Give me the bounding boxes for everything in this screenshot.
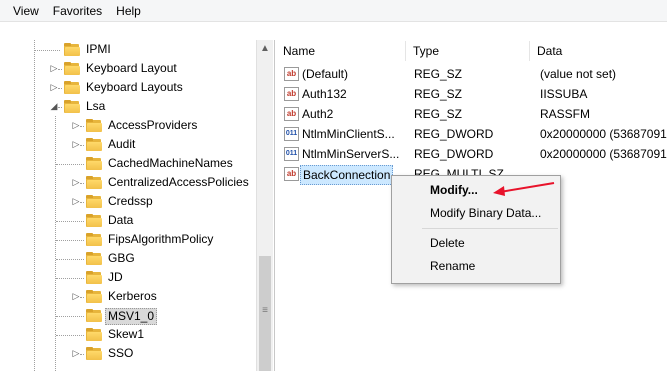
value-data: 0x20000000 (53687091 <box>540 127 667 141</box>
tree-scrollbar[interactable]: ▲ ≡ <box>256 40 273 371</box>
tree-item-label: Data <box>108 213 134 227</box>
menu-item-modify-binary-data[interactable]: Modify Binary Data... <box>393 202 559 224</box>
value-type: REG_SZ <box>414 67 463 81</box>
value-name: Auth2 <box>302 107 334 121</box>
binary-value-icon: 011 <box>284 147 299 161</box>
tree-item-label: AccessProviders <box>108 118 198 132</box>
string-value-icon: ab <box>284 87 299 101</box>
folder-icon <box>86 233 102 246</box>
menu-bar: View Favorites Help <box>0 0 667 22</box>
value-name: NtlmMinServerS... <box>302 147 400 161</box>
tree-item-label: Skew1 <box>108 327 145 341</box>
tree-item-label: JD <box>108 270 123 284</box>
folder-icon <box>86 138 102 151</box>
column-header-name[interactable]: Name <box>276 41 406 61</box>
value-data: 0x20000000 (53687091 <box>540 147 667 161</box>
value-data: IISSUBA <box>540 87 588 101</box>
folder-icon <box>86 271 102 284</box>
list-row[interactable]: ab Auth2 REG_SZ RASSFM <box>276 104 667 124</box>
scroll-up-arrow-icon[interactable]: ▲ <box>257 40 273 57</box>
list-row[interactable]: ab (Default) REG_SZ (value not set) <box>276 64 667 84</box>
annotation-arrow-icon <box>493 182 555 196</box>
menu-separator <box>422 228 558 229</box>
tree-item-label: Lsa <box>86 99 106 113</box>
tree-item-label: Kerberos <box>108 289 157 303</box>
folder-icon <box>64 62 80 75</box>
tree-item-label: CentralizedAccessPolicies <box>108 175 249 189</box>
folder-icon <box>86 119 102 132</box>
folder-icon <box>64 81 80 94</box>
tree-line <box>55 116 56 371</box>
tree-item-label: CachedMachineNames <box>108 156 233 170</box>
string-value-icon: ab <box>284 107 299 121</box>
column-header-data[interactable]: Data <box>530 41 667 61</box>
tree-item-label: IPMI <box>86 42 111 56</box>
grip-icon: ≡ <box>262 305 268 316</box>
tree-item-label-selected: MSV1_0 <box>105 308 158 325</box>
menu-help[interactable]: Help <box>109 0 148 22</box>
value-type: REG_DWORD <box>414 127 494 141</box>
binary-value-icon: 011 <box>284 127 299 141</box>
menu-favorites[interactable]: Favorites <box>46 0 109 22</box>
menu-view[interactable]: View <box>6 0 46 22</box>
menu-item-rename[interactable]: Rename <box>393 255 559 277</box>
registry-tree[interactable]: IPMI ▷ Keyboard Layout ▷ Keyboard Layout… <box>0 40 275 371</box>
value-type: REG_SZ <box>414 107 463 121</box>
folder-icon <box>86 328 102 341</box>
folder-icon <box>86 214 102 227</box>
menu-item-delete[interactable]: Delete <box>393 232 559 254</box>
tree-item-label: Credssp <box>108 194 153 208</box>
tree-line <box>34 40 35 371</box>
list-row[interactable]: ab Auth132 REG_SZ IISSUBA <box>276 84 667 104</box>
scrollbar-thumb[interactable]: ≡ <box>259 256 271 371</box>
folder-icon <box>86 195 102 208</box>
tree-item-label: Keyboard Layouts <box>86 80 183 94</box>
value-type: REG_DWORD <box>414 147 494 161</box>
list-row[interactable]: 011 NtlmMinClientS... REG_DWORD 0x200000… <box>276 124 667 144</box>
string-value-icon: ab <box>284 67 299 81</box>
folder-open-icon <box>64 100 80 113</box>
folder-icon <box>86 157 102 170</box>
value-name: (Default) <box>302 67 349 81</box>
tree-item-label: FipsAlgorithmPolicy <box>108 232 214 246</box>
value-data: RASSFM <box>540 107 591 121</box>
tree-item-label: GBG <box>108 251 135 265</box>
value-type: REG_SZ <box>414 87 463 101</box>
string-value-icon: ab <box>284 167 299 181</box>
list-row[interactable]: 011 NtlmMinServerS... REG_DWORD 0x200000… <box>276 144 667 164</box>
value-name: NtlmMinClientS... <box>302 127 395 141</box>
tree-item-label: Audit <box>108 137 136 151</box>
folder-icon <box>86 176 102 189</box>
tree-item-label: SSO <box>108 346 134 360</box>
value-name: Auth132 <box>302 87 347 101</box>
folder-icon <box>86 252 102 265</box>
folder-icon <box>86 290 102 303</box>
folder-icon <box>86 309 102 322</box>
folder-icon <box>86 347 102 360</box>
tree-item-label: Keyboard Layout <box>86 61 177 75</box>
value-name: BackConnection <box>300 165 394 185</box>
column-header-type[interactable]: Type <box>406 41 530 61</box>
value-data: (value not set) <box>540 67 617 81</box>
folder-icon <box>64 43 80 56</box>
